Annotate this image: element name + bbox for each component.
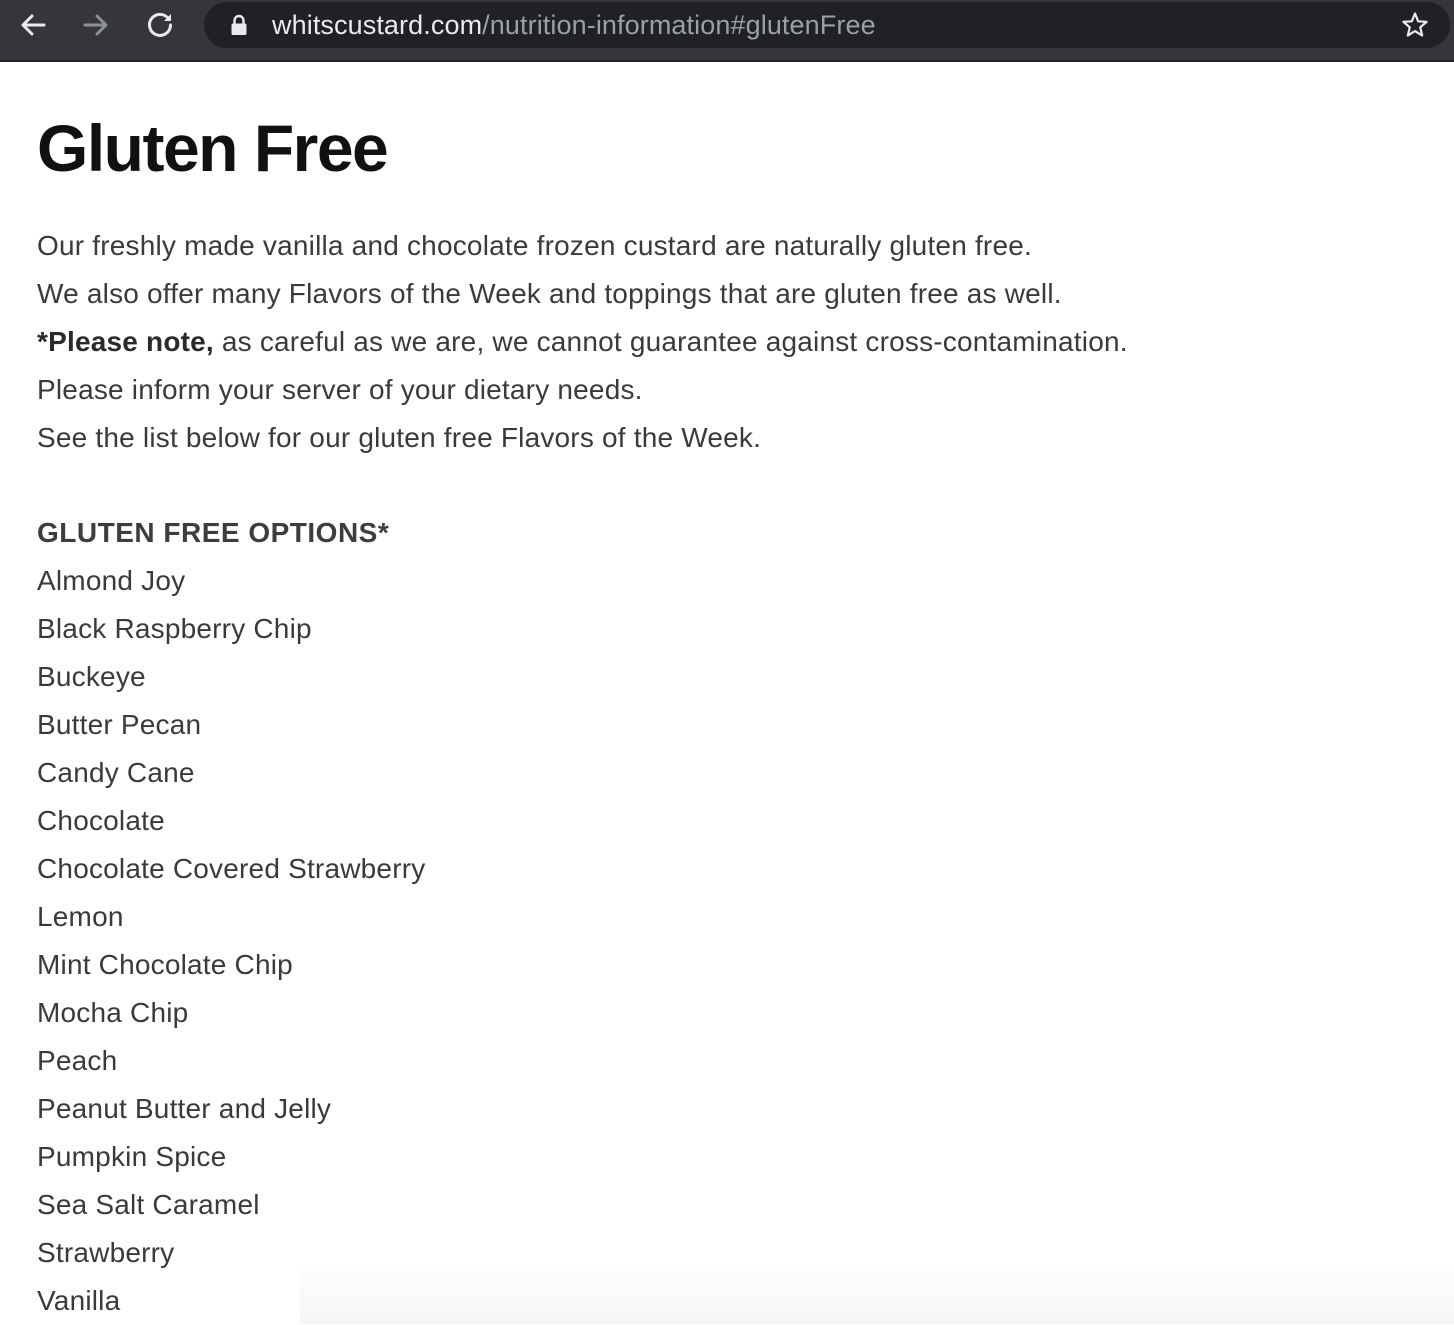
toolbar-divider — [0, 60, 1454, 62]
flavor-item: Vanilla — [37, 1285, 121, 1316]
flavor-item: Black Raspberry Chip — [37, 613, 312, 644]
browser-toolbar: whitscustard.com/nutrition-information#g… — [0, 0, 1454, 60]
reload-icon — [148, 12, 172, 37]
address-bar[interactable]: whitscustard.com/nutrition-information#g… — [204, 2, 1450, 48]
disclaimer-line: *Please note, as careful as we are, we c… — [37, 318, 1417, 366]
back-button[interactable] — [8, 6, 58, 44]
flavor-item: Butter Pecan — [37, 709, 202, 740]
flavor-item: Almond Joy — [37, 565, 186, 596]
flavor-item: Pumpkin Spice — [37, 1141, 227, 1172]
url-host: whitscustard.com — [272, 10, 483, 40]
flavor-list: Almond Joy Black Raspberry Chip Buckeye But… — [37, 557, 425, 1325]
intro-line: Our freshly made vanilla and chocolate f… — [37, 230, 1032, 261]
flavor-item: Candy Cane — [37, 757, 195, 788]
bottom-fade — [300, 1262, 1454, 1324]
forward-button[interactable] — [71, 6, 121, 44]
intro-paragraph: Our freshly made vanilla and chocolate f… — [37, 222, 1417, 462]
page-title: Gluten Free — [37, 111, 389, 185]
flavor-item: Lemon — [37, 901, 124, 932]
disclaimer-label: *Please note, — [37, 326, 214, 357]
flavor-item: Chocolate — [37, 805, 165, 836]
url-path: /nutrition-information#glutenFree — [482, 10, 876, 40]
options-heading: GLUTEN FREE OPTIONS* — [37, 517, 390, 548]
lock-icon — [231, 14, 247, 35]
flavor-item: Strawberry — [37, 1237, 175, 1268]
star-icon[interactable] — [1400, 10, 1430, 40]
url-text[interactable]: whitscustard.com/nutrition-information#g… — [272, 9, 876, 41]
flavor-item: Mocha Chip — [37, 997, 189, 1028]
flavor-item: Chocolate Covered Strawberry — [37, 853, 426, 884]
intro-line: Please inform your server of your dietar… — [37, 374, 643, 405]
reload-button[interactable] — [135, 6, 185, 44]
intro-line: We also offer many Flavors of the Week a… — [37, 278, 1062, 309]
arrow-left-icon — [21, 14, 46, 36]
arrow-right-icon — [83, 14, 108, 36]
flavor-item: Buckeye — [37, 661, 146, 692]
intro-line: See the list below for our gluten free F… — [37, 422, 762, 453]
flavor-item: Peanut Butter and Jelly — [37, 1093, 332, 1124]
disclaimer-text: as careful as we are, we cannot guarante… — [213, 326, 1128, 357]
flavor-item: Sea Salt Caramel — [37, 1189, 260, 1220]
flavor-item: Peach — [37, 1045, 118, 1076]
flavor-item: Mint Chocolate Chip — [37, 949, 293, 980]
